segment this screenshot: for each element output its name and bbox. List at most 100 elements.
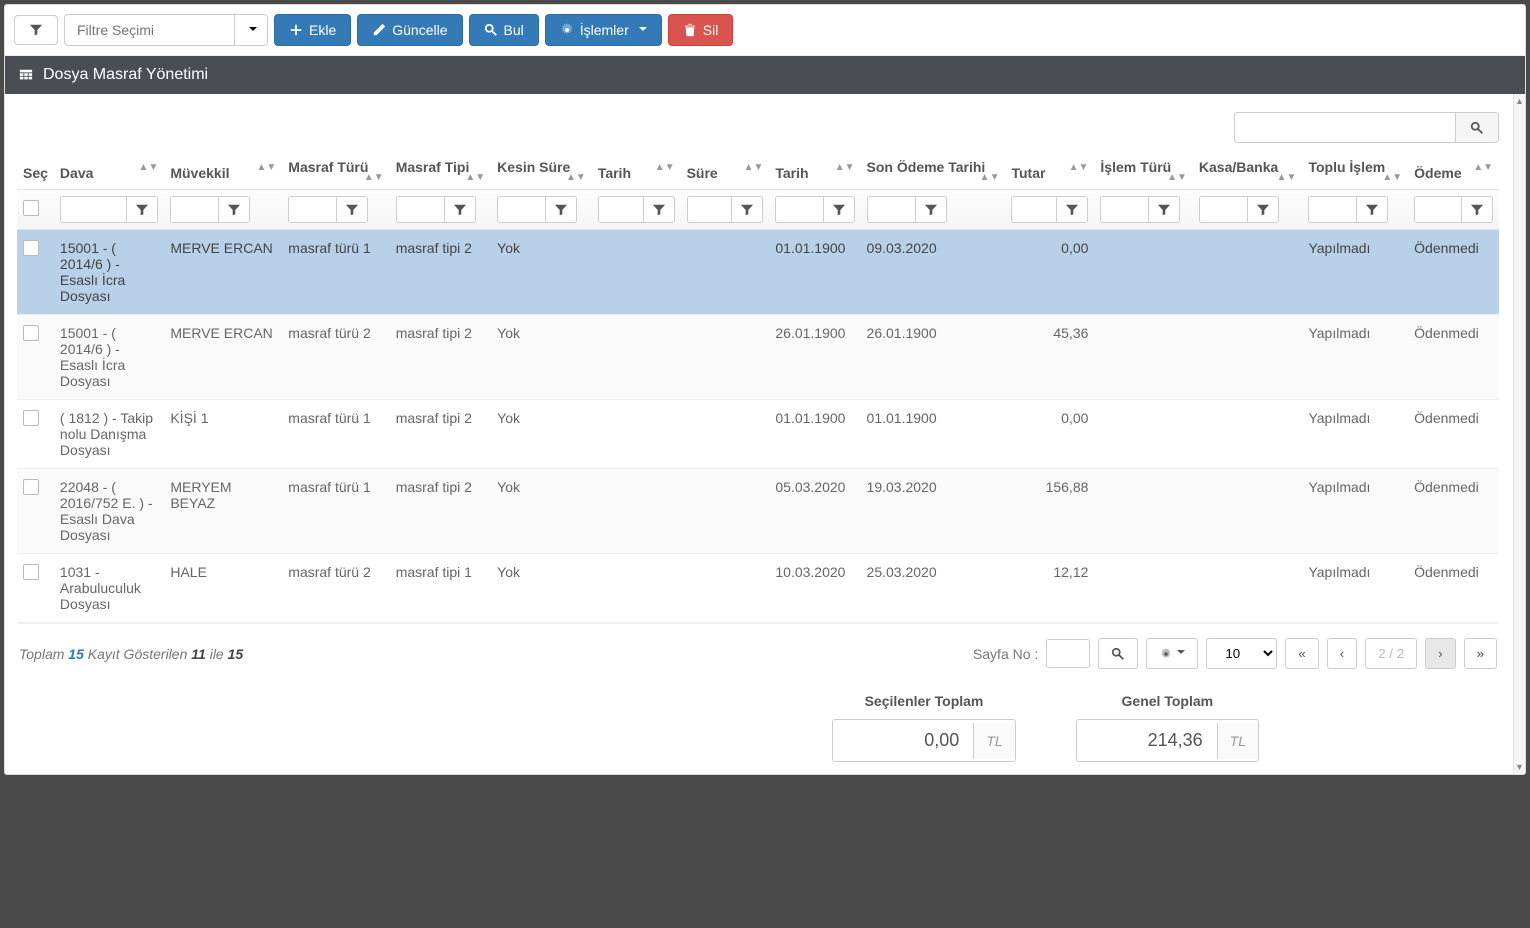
cell-tarih1 bbox=[592, 554, 681, 623]
cell-masraf-turu: masraf türü 2 bbox=[282, 315, 389, 400]
table-row[interactable]: ( 1812 ) - Takip nolu Danışma DosyasıKİŞ… bbox=[17, 400, 1499, 469]
find-button[interactable]: Bul bbox=[469, 14, 539, 46]
cell-islem-turu bbox=[1094, 315, 1193, 400]
selected-total-label: Seçilenler Toplam bbox=[832, 693, 1015, 709]
gear-icon bbox=[560, 23, 574, 37]
cell-tarih1 bbox=[592, 230, 681, 315]
vertical-scrollbar[interactable]: ▲ ▼ bbox=[1513, 94, 1525, 774]
col-islem-turu[interactable]: İşlem Türü▲▼ bbox=[1094, 151, 1193, 190]
filter-select-input[interactable] bbox=[64, 14, 234, 46]
col-filter bbox=[1199, 196, 1279, 223]
col-filter bbox=[1414, 196, 1493, 223]
trash-icon bbox=[683, 23, 697, 37]
row-checkbox[interactable] bbox=[23, 240, 39, 256]
grid-footer: Toplam 15 Kayıt Gösterilen 11 ile 15 Say… bbox=[17, 623, 1499, 683]
col-filter bbox=[1308, 196, 1388, 223]
edit-icon bbox=[372, 23, 386, 37]
cell-son-odeme: 19.03.2020 bbox=[861, 469, 1006, 554]
currency-label: TL bbox=[973, 723, 1014, 759]
cell-toplu: Yapılmadı bbox=[1302, 400, 1408, 469]
filter-select-caret[interactable] bbox=[234, 14, 268, 46]
cell-tutar: 45,36 bbox=[1005, 315, 1094, 400]
operations-button[interactable]: İşlemler bbox=[545, 14, 662, 46]
grand-total: Genel Toplam 214,36 TL bbox=[1076, 693, 1259, 762]
cell-sure bbox=[681, 315, 770, 400]
find-button-label: Bul bbox=[504, 22, 524, 38]
col-kasa[interactable]: Kasa/Banka▲▼ bbox=[1193, 151, 1303, 190]
cell-muvekkil: MERVE ERCAN bbox=[164, 230, 282, 315]
row-checkbox[interactable] bbox=[23, 325, 39, 341]
row-checkbox[interactable] bbox=[23, 479, 39, 495]
global-search-button[interactable] bbox=[1455, 113, 1498, 142]
col-filter bbox=[775, 196, 854, 223]
cell-tutar: 0,00 bbox=[1005, 230, 1094, 315]
update-button-label: Güncelle bbox=[392, 22, 447, 38]
global-search bbox=[1234, 112, 1499, 143]
select-all-checkbox[interactable] bbox=[23, 200, 39, 216]
filter-icon-button[interactable] bbox=[14, 15, 58, 45]
col-sec[interactable]: Seç bbox=[17, 151, 54, 190]
col-tarih2[interactable]: Tarih▲▼ bbox=[769, 151, 860, 190]
col-masraf-turu[interactable]: Masraf Türü▲▼ bbox=[282, 151, 389, 190]
table-row[interactable]: 1031 - Arabuluculuk DosyasıHALEmasraf tü… bbox=[17, 554, 1499, 623]
grand-total-value: 214,36 bbox=[1077, 720, 1217, 761]
col-odeme[interactable]: Ödeme▲▼ bbox=[1408, 151, 1499, 190]
col-filter bbox=[396, 196, 476, 223]
filter-select[interactable] bbox=[64, 14, 268, 46]
table-row[interactable]: 15001 - ( 2014/6 ) - Esaslı İcra Dosyası… bbox=[17, 315, 1499, 400]
cell-kesin-sure: Yok bbox=[491, 230, 592, 315]
cell-islem-turu bbox=[1094, 469, 1193, 554]
cell-kasa bbox=[1193, 554, 1303, 623]
col-sure[interactable]: Süre▲▼ bbox=[681, 151, 770, 190]
cell-tarih2: 01.01.1900 bbox=[769, 230, 860, 315]
col-tutar[interactable]: Tutar▲▼ bbox=[1005, 151, 1094, 190]
cell-toplu: Yapılmadı bbox=[1302, 230, 1408, 315]
col-muvekkil[interactable]: Müvekkil▲▼ bbox=[164, 151, 282, 190]
col-son-odeme[interactable]: Son Ödeme Tarihi▲▼ bbox=[861, 151, 1006, 190]
col-dava[interactable]: Dava▲▼ bbox=[54, 151, 164, 190]
col-kesin-sure[interactable]: Kesin Süre▲▼ bbox=[491, 151, 592, 190]
next-page-button[interactable]: › bbox=[1425, 638, 1455, 669]
search-plus-icon bbox=[1111, 647, 1125, 661]
filter-row bbox=[17, 190, 1499, 230]
cell-son-odeme: 26.01.1900 bbox=[861, 315, 1006, 400]
delete-button[interactable]: Sil bbox=[668, 14, 734, 46]
cell-kasa bbox=[1193, 315, 1303, 400]
add-button[interactable]: Ekle bbox=[274, 14, 351, 46]
cell-dava: 22048 - ( 2016/752 E. ) - Esaslı Dava Do… bbox=[54, 469, 164, 554]
page-size-select[interactable]: 10 bbox=[1206, 638, 1277, 669]
cell-tarih2: 01.01.1900 bbox=[769, 400, 860, 469]
cell-dava: ( 1812 ) - Takip nolu Danışma Dosyası bbox=[54, 400, 164, 469]
search-icon bbox=[1470, 121, 1484, 135]
update-button[interactable]: Güncelle bbox=[357, 14, 462, 46]
last-page-button[interactable]: » bbox=[1464, 638, 1497, 669]
col-filter bbox=[497, 196, 577, 223]
row-checkbox[interactable] bbox=[23, 410, 39, 426]
cell-son-odeme: 09.03.2020 bbox=[861, 230, 1006, 315]
page-number-input[interactable] bbox=[1046, 639, 1090, 668]
cell-sure bbox=[681, 554, 770, 623]
cell-dava: 15001 - ( 2014/6 ) - Esaslı İcra Dosyası bbox=[54, 230, 164, 315]
scroll-down-icon: ▼ bbox=[1513, 760, 1526, 774]
cell-dava: 15001 - ( 2014/6 ) - Esaslı İcra Dosyası bbox=[54, 315, 164, 400]
global-search-input[interactable] bbox=[1235, 113, 1455, 142]
pager-settings-button[interactable] bbox=[1146, 638, 1198, 669]
cell-tarih2: 05.03.2020 bbox=[769, 469, 860, 554]
table-row[interactable]: 15001 - ( 2014/6 ) - Esaslı İcra Dosyası… bbox=[17, 230, 1499, 315]
prev-page-button[interactable]: ‹ bbox=[1327, 638, 1357, 669]
cell-kasa bbox=[1193, 469, 1303, 554]
cell-islem-turu bbox=[1094, 554, 1193, 623]
cell-odeme: Ödenmedi bbox=[1408, 554, 1499, 623]
col-tarih1[interactable]: Tarih▲▼ bbox=[592, 151, 681, 190]
col-toplu[interactable]: Toplu İşlem▲▼ bbox=[1302, 151, 1408, 190]
col-masraf-tipi[interactable]: Masraf Tipi▲▼ bbox=[390, 151, 491, 190]
row-checkbox[interactable] bbox=[23, 564, 39, 580]
cell-odeme: Ödenmedi bbox=[1408, 315, 1499, 400]
cell-son-odeme: 25.03.2020 bbox=[861, 554, 1006, 623]
first-page-button[interactable]: « bbox=[1285, 638, 1318, 669]
table-row[interactable]: 22048 - ( 2016/752 E. ) - Esaslı Dava Do… bbox=[17, 469, 1499, 554]
zoom-button[interactable] bbox=[1098, 638, 1138, 669]
search-icon bbox=[484, 23, 498, 37]
cell-sure bbox=[681, 400, 770, 469]
col-filter bbox=[288, 196, 368, 223]
